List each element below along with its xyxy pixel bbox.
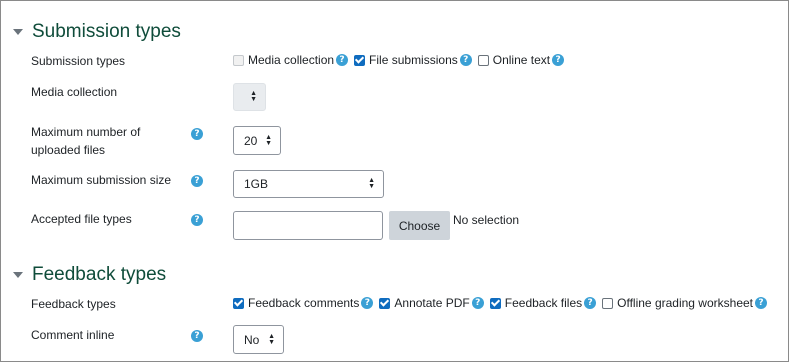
help-icon[interactable]: ? [459, 54, 472, 66]
option-label[interactable]: Feedback files [505, 296, 582, 310]
accepted-file-types-label: Accepted file types [31, 212, 132, 226]
option-label[interactable]: Online text [493, 53, 550, 67]
help-icon[interactable]: ? [755, 297, 767, 309]
option-label[interactable]: Feedback comments [248, 296, 359, 310]
file-submissions-option[interactable]: File submissions ? [354, 53, 472, 67]
help-icon[interactable]: ? [552, 54, 565, 66]
collapse-caret-icon[interactable] [13, 272, 23, 278]
media-collection-option: Media collection ? [233, 53, 349, 67]
help-icon[interactable]: ? [361, 297, 374, 309]
section-title: Submission types [32, 21, 181, 42]
help-icon[interactable]: ? [584, 297, 597, 309]
option-label[interactable]: File submissions [369, 53, 458, 67]
media-collection-select: ▲ ▼ [233, 83, 266, 111]
file-submissions-checkbox[interactable] [354, 54, 366, 66]
select-value: No [244, 332, 260, 347]
select-value: 1GB [244, 177, 269, 191]
option-label[interactable]: Offline grading worksheet [617, 296, 753, 310]
feedback-comments-checkbox[interactable] [233, 297, 244, 309]
selection-status: No selection [453, 213, 520, 227]
help-icon[interactable]: ? [191, 214, 203, 226]
help-icon[interactable]: ? [191, 128, 203, 140]
submission-types-options: Media collection ? File submissions ? On… [233, 53, 570, 67]
media-collection-checkbox [233, 54, 244, 66]
select-arrows-icon: ▲ ▼ [265, 133, 272, 147]
accepted-file-types-input[interactable] [233, 211, 383, 240]
option-label[interactable]: Annotate PDF [394, 296, 469, 310]
max-size-label: Maximum submission size [31, 173, 172, 187]
feedback-files-option[interactable]: Feedback files ? [489, 296, 597, 310]
max-files-label-line2: uploaded files [31, 143, 106, 157]
help-icon[interactable]: ? [191, 330, 203, 342]
section-title: Feedback types [32, 264, 167, 285]
select-arrows-icon: ▲ ▼ [250, 90, 257, 103]
max-size-select[interactable]: 1GB ▲ ▼ [233, 170, 384, 198]
option-label: Media collection [248, 53, 335, 67]
collapse-caret-icon[interactable] [13, 29, 23, 35]
comment-inline-select[interactable]: No ▲ ▼ [233, 325, 284, 354]
submission-types-label: Submission types [31, 54, 126, 68]
online-text-option[interactable]: Online text ? [477, 53, 565, 67]
feedback-types-label: Feedback types [31, 297, 116, 311]
help-icon[interactable]: ? [336, 54, 349, 66]
online-text-checkbox[interactable] [477, 54, 489, 66]
feedback-files-checkbox[interactable] [489, 297, 501, 309]
choose-button[interactable]: Choose [389, 211, 450, 240]
feedback-comments-option[interactable]: Feedback comments ? [233, 296, 374, 310]
annotate-pdf-checkbox[interactable] [379, 297, 391, 309]
help-icon[interactable]: ? [471, 297, 484, 309]
select-value: 20 [244, 133, 258, 148]
comment-inline-label: Comment inline [31, 328, 115, 342]
offline-grading-option[interactable]: Offline grading worksheet ? [602, 296, 767, 310]
feedback-section-header[interactable]: Feedback types [13, 264, 166, 286]
max-files-select[interactable]: 20 ▲ ▼ [233, 126, 281, 155]
feedback-types-options: Feedback comments ? Annotate PDF ? Feedb… [233, 296, 773, 310]
max-files-label-line1: Maximum number of [31, 125, 141, 139]
help-icon[interactable]: ? [191, 175, 203, 187]
offline-grading-checkbox[interactable] [602, 297, 614, 309]
max-files-label: Maximum number of uploaded files [31, 123, 140, 159]
media-collection-label: Media collection [31, 85, 118, 99]
annotate-pdf-option[interactable]: Annotate PDF ? [379, 296, 484, 310]
select-arrows-icon: ▲ ▼ [368, 177, 375, 190]
select-arrows-icon: ▲ ▼ [268, 332, 275, 346]
submission-section-header[interactable]: Submission types [13, 21, 181, 43]
